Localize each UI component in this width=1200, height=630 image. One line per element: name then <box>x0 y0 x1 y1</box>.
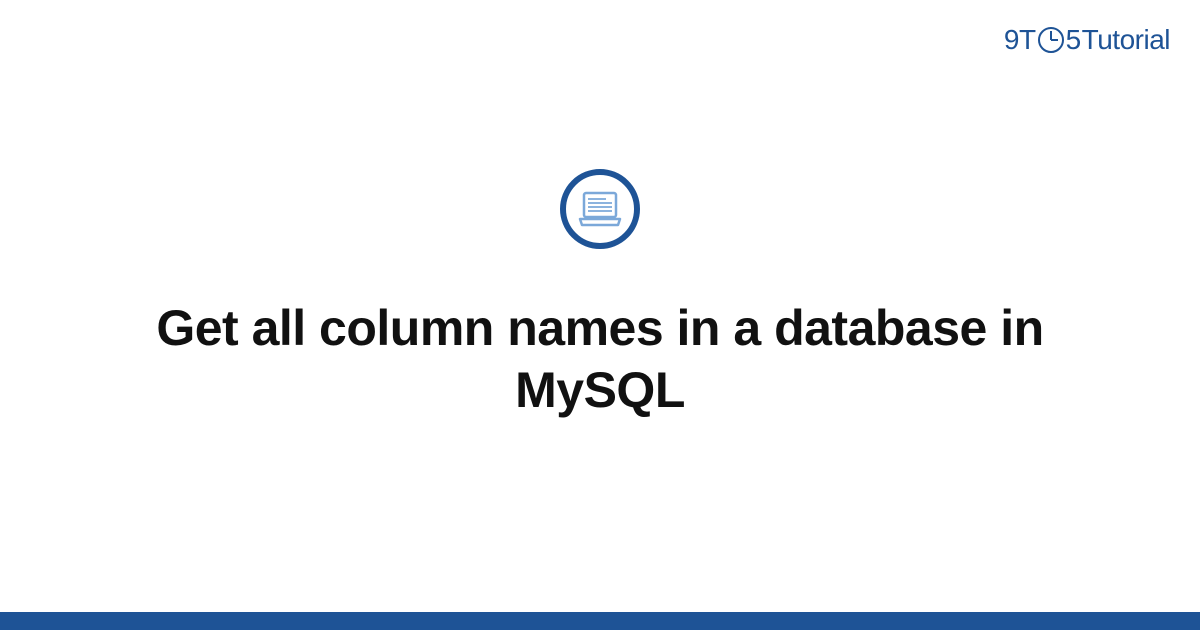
brand-logo: 9T 5 Tutorial <box>1004 24 1170 56</box>
laptop-icon <box>560 169 640 249</box>
laptop-svg-icon <box>578 189 622 229</box>
content-area: Get all column names in a database in My… <box>0 0 1200 630</box>
clock-icon <box>1038 27 1064 53</box>
brand-prefix: 9T <box>1004 24 1036 56</box>
footer-bar <box>0 612 1200 630</box>
page-title: Get all column names in a database in My… <box>150 297 1050 422</box>
brand-suffix: 5 <box>1066 24 1081 56</box>
brand-word: Tutorial <box>1082 24 1170 56</box>
